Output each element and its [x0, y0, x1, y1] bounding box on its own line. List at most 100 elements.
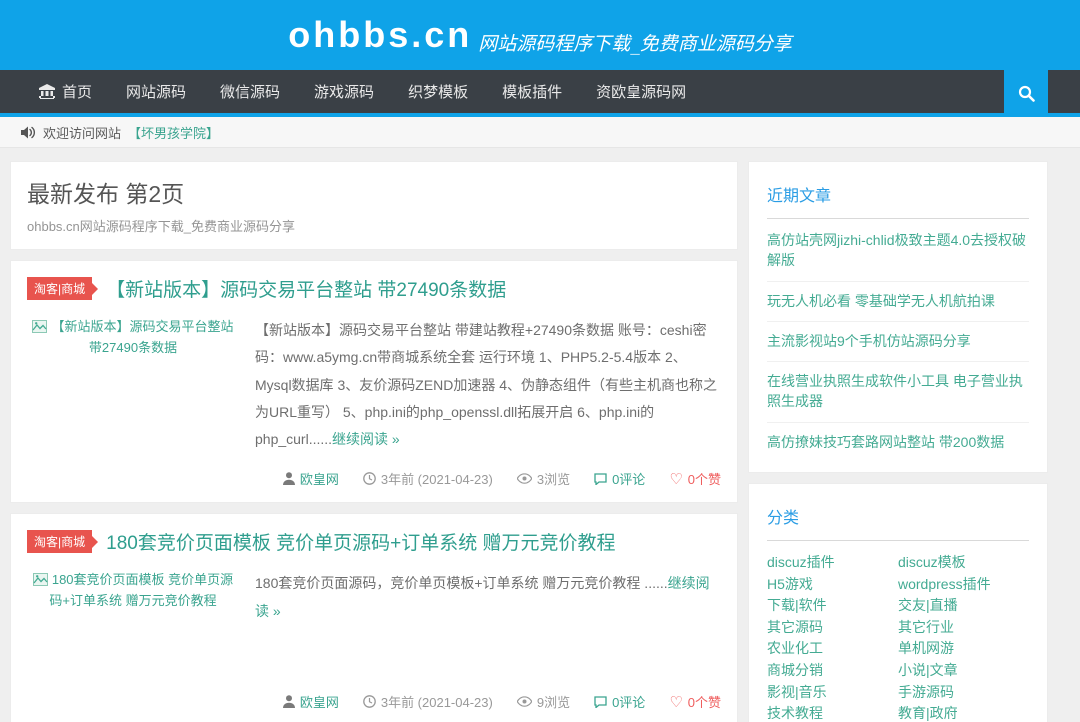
speaker-icon: [21, 126, 36, 139]
category-link[interactable]: 交友|直播: [898, 595, 1029, 617]
article-card: 淘客|商城 180套竞价页面模板 竞价单页源码+订单系统 赠万元竞价教程 180…: [10, 513, 738, 722]
eye-icon: [517, 696, 532, 707]
category-link[interactable]: H5游戏: [767, 574, 898, 596]
article-title-link[interactable]: 【新站版本】源码交易平台整站 带27490条数据: [106, 275, 506, 302]
nav-item-label: 模板插件: [502, 81, 562, 102]
view-count: 3浏览: [517, 469, 570, 488]
broken-image-icon: [32, 320, 47, 333]
recent-post-link[interactable]: 在线营业执照生成软件小工具 电子营业执照生成器: [767, 362, 1029, 423]
user-icon: [283, 472, 295, 485]
page-subtitle: ohbbs.cn网站源码程序下载_免费商业源码分享: [27, 216, 721, 235]
category-link[interactable]: 教育|政府: [898, 703, 1029, 722]
widget-title-categories: 分类: [767, 496, 1029, 540]
comment-icon: [594, 696, 607, 708]
article-thumbnail-link[interactable]: 180套竞价页面模板 竞价单页源码+订单系统 赠万元竞价教程: [27, 570, 239, 676]
site-logo[interactable]: ohbbs.cn: [288, 14, 472, 56]
nav-item-template-plugin[interactable]: 模板插件: [485, 70, 579, 113]
article-meta: 欧皇网 3年前 (2021-04-23) 9浏览 0评论 ♡ 0个赞: [27, 692, 721, 711]
magnifier-icon: [1018, 85, 1035, 102]
page-title: 最新发布 第2页: [27, 175, 721, 209]
nav-item-game-source[interactable]: 游戏源码: [297, 70, 391, 113]
recent-post-link[interactable]: 高仿站壳网jizhi-chlid极致主题4.0去授权破解版: [767, 221, 1029, 282]
comment-icon: [594, 473, 607, 485]
category-list: discuz插件 discuz模板 H5游戏 wordpress插件 下载|软件…: [767, 543, 1029, 722]
eye-icon: [517, 473, 532, 484]
notice-bar: 欢迎访问网站 【坏男孩学院】: [0, 117, 1080, 148]
nav-item-label: 织梦模板: [408, 81, 468, 102]
nav-item-label: 微信源码: [220, 81, 280, 102]
author-link[interactable]: 欧皇网: [283, 692, 339, 711]
category-link[interactable]: 小说|文章: [898, 660, 1029, 682]
category-link[interactable]: 其它行业: [898, 617, 1029, 639]
recent-posts-widget: 近期文章 高仿站壳网jizhi-chlid极致主题4.0去授权破解版 玩无人机必…: [748, 161, 1048, 473]
thumbnail-caption: 180套竞价页面模板 竞价单页源码+订单系统 赠万元竞价教程: [49, 572, 233, 608]
search-button[interactable]: [1004, 70, 1048, 117]
widget-title-recent: 近期文章: [767, 174, 1029, 218]
clock-icon: [363, 695, 376, 708]
category-link[interactable]: wordpress插件: [898, 574, 1029, 596]
article-excerpt: 【新站版本】源码交易平台整站 带建站教程+27490条数据 账号：ceshi密码…: [255, 317, 721, 453]
nav-item-dedecms-template[interactable]: 织梦模板: [391, 70, 485, 113]
nav-item-ziouhuang[interactable]: 资欧皇源码网: [579, 70, 703, 113]
heart-icon: ♡: [669, 470, 682, 488]
comments-text: 0评论: [612, 469, 645, 488]
main-nav: 首页 网站源码 微信源码 游戏源码 织梦模板 模板插件 资欧皇源码网: [0, 70, 1080, 117]
category-link[interactable]: 手游源码: [898, 682, 1029, 704]
article-excerpt: 180套竞价页面源码，竞价单页模板+订单系统 赠万元竞价教程 ......继续阅…: [255, 570, 721, 676]
categories-widget: 分类 discuz插件 discuz模板 H5游戏 wordpress插件 下载…: [748, 483, 1048, 722]
comments-text: 0评论: [612, 692, 645, 711]
nav-item-label: 资欧皇源码网: [596, 81, 686, 102]
notice-highlight-link[interactable]: 【坏男孩学院】: [128, 123, 219, 142]
article-card: 淘客|商城 【新站版本】源码交易平台整站 带27490条数据 【新站版本】源码交…: [10, 260, 738, 503]
like-button[interactable]: ♡ 0个赞: [669, 692, 721, 711]
category-link[interactable]: discuz插件: [767, 552, 898, 574]
date-text: 3年前 (2021-04-23): [381, 692, 493, 711]
nav-item-home[interactable]: 首页: [22, 70, 109, 113]
divider: [767, 218, 1029, 219]
category-tag[interactable]: 淘客|商城: [27, 277, 92, 300]
category-link[interactable]: 农业化工: [767, 638, 898, 660]
publish-date: 3年前 (2021-04-23): [363, 692, 493, 711]
publish-date: 3年前 (2021-04-23): [363, 469, 493, 488]
thumbnail-caption: 【新站版本】源码交易平台整站 带27490条数据: [51, 319, 233, 355]
likes-text: 0个赞: [688, 469, 721, 488]
category-link[interactable]: 商城分销: [767, 660, 898, 682]
excerpt-text: 180套竞价页面源码，竞价单页模板+订单系统 赠万元竞价教程 ......: [255, 575, 668, 591]
views-text: 9浏览: [537, 692, 570, 711]
category-link[interactable]: discuz模板: [898, 552, 1029, 574]
view-count: 9浏览: [517, 692, 570, 711]
broken-image-icon: [33, 573, 48, 586]
recent-post-link[interactable]: 高仿撩妹技巧套路网站整站 带200数据: [767, 423, 1029, 462]
page-header-card: 最新发布 第2页 ohbbs.cn网站源码程序下载_免费商业源码分享: [10, 161, 738, 250]
comments-link[interactable]: 0评论: [594, 692, 645, 711]
nav-item-label: 游戏源码: [314, 81, 374, 102]
main-column: 最新发布 第2页 ohbbs.cn网站源码程序下载_免费商业源码分享 淘客|商城…: [10, 161, 738, 722]
likes-text: 0个赞: [688, 692, 721, 711]
nav-item-wechat-source[interactable]: 微信源码: [203, 70, 297, 113]
category-tag[interactable]: 淘客|商城: [27, 530, 92, 553]
article-title-link[interactable]: 180套竞价页面模板 竞价单页源码+订单系统 赠万元竞价教程: [106, 528, 615, 555]
recent-post-link[interactable]: 玩无人机必看 零基础学无人机航拍课: [767, 282, 1029, 322]
notice-text: 欢迎访问网站: [43, 123, 121, 142]
like-button[interactable]: ♡ 0个赞: [669, 469, 721, 488]
category-link[interactable]: 影视|音乐: [767, 682, 898, 704]
excerpt-text: 【新站版本】源码交易平台整站 带建站教程+27490条数据 账号：ceshi密码…: [255, 322, 717, 447]
date-text: 3年前 (2021-04-23): [381, 469, 493, 488]
site-header: ohbbs.cn 网站源码程序下载_免费商业源码分享: [0, 0, 1080, 70]
nav-item-label: 首页: [62, 81, 92, 102]
comments-link[interactable]: 0评论: [594, 469, 645, 488]
author-name: 欧皇网: [300, 469, 339, 488]
recent-post-link[interactable]: 主流影视站9个手机仿站源码分享: [767, 322, 1029, 362]
article-thumbnail-link[interactable]: 【新站版本】源码交易平台整站 带27490条数据: [27, 317, 239, 453]
nav-item-label: 网站源码: [126, 81, 186, 102]
category-link[interactable]: 技术教程: [767, 703, 898, 722]
site-tagline: 网站源码程序下载_免费商业源码分享: [478, 15, 792, 56]
article-meta: 欧皇网 3年前 (2021-04-23) 3浏览 0评论 ♡ 0个赞: [27, 469, 721, 488]
nav-item-website-source[interactable]: 网站源码: [109, 70, 203, 113]
author-link[interactable]: 欧皇网: [283, 469, 339, 488]
category-link[interactable]: 下载|软件: [767, 595, 898, 617]
category-link[interactable]: 其它源码: [767, 617, 898, 639]
user-icon: [283, 695, 295, 708]
category-link[interactable]: 单机网游: [898, 638, 1029, 660]
read-more-link[interactable]: 继续阅读 »: [332, 431, 400, 447]
